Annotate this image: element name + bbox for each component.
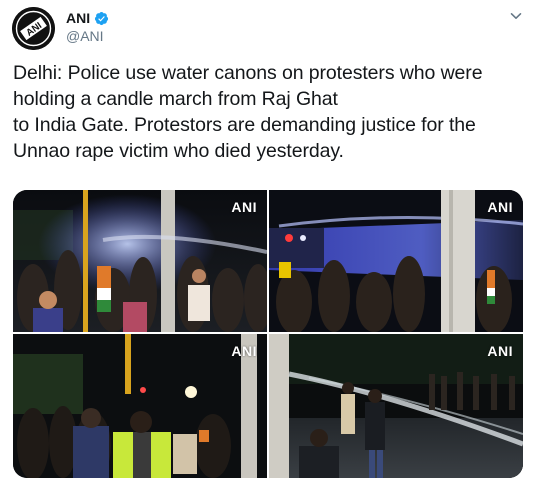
author-name-row: ANI — [66, 10, 109, 26]
photo-2[interactable]: ANI — [269, 190, 523, 332]
author-handle[interactable]: @ANI — [66, 28, 104, 44]
night-crowd-image — [13, 334, 267, 478]
water-spray-street-image — [269, 334, 523, 478]
ani-logo-icon: ANI — [12, 7, 55, 50]
author-display-name[interactable]: ANI — [66, 10, 90, 26]
tweet-card: ANI ANI @ANI Delhi: Police use water can… — [0, 0, 535, 483]
photo-3[interactable]: ANI — [13, 334, 267, 478]
watermark-ani: ANI — [487, 343, 513, 359]
chevron-down-icon[interactable] — [509, 9, 523, 23]
photo-1[interactable]: ANI — [13, 190, 267, 332]
verified-badge-icon — [95, 11, 109, 25]
watermark-ani: ANI — [231, 199, 257, 215]
water-cannon-image — [269, 190, 523, 332]
watermark-ani: ANI — [487, 199, 513, 215]
media-grid: ANI ANI ANI ANI — [13, 190, 523, 478]
protest-crowd-image — [13, 190, 267, 332]
watermark-ani: ANI — [231, 343, 257, 359]
tweet-text: Delhi: Police use water canons on protes… — [13, 62, 483, 162]
avatar[interactable]: ANI — [12, 7, 55, 50]
photo-4[interactable]: ANI — [269, 334, 523, 478]
